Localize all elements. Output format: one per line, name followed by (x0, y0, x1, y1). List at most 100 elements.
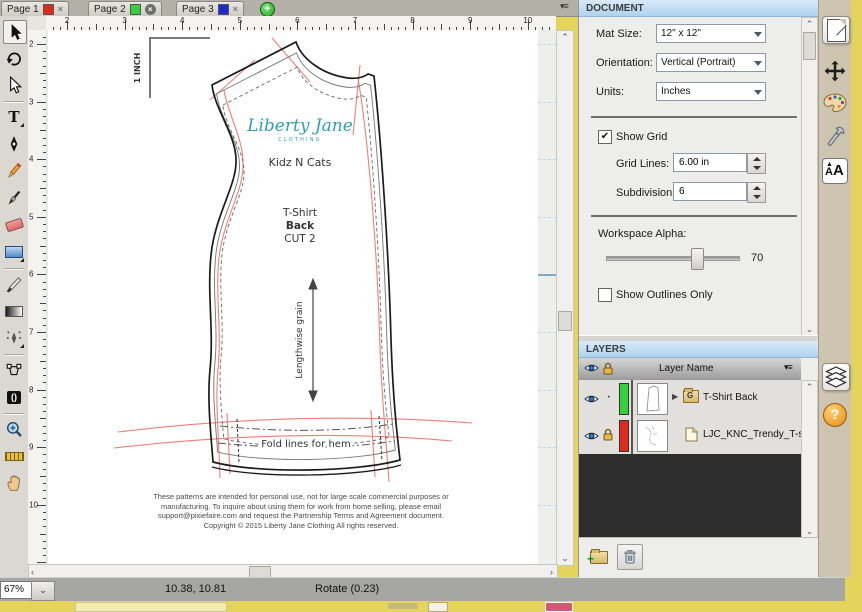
measure-tool[interactable] (3, 445, 25, 467)
grid-line (538, 389, 556, 391)
brand-sub-text: CLOTHING (278, 137, 322, 143)
layer-expand-toggle[interactable]: ▶ (672, 392, 678, 401)
units-select[interactable]: Inches (656, 82, 766, 101)
knife-tool[interactable] (3, 273, 25, 295)
scroll-up-arrow[interactable]: ⌃ (802, 382, 817, 393)
rotate-tool[interactable] (3, 47, 25, 69)
tab-close-icon[interactable]: × (58, 4, 63, 14)
delete-layer-button[interactable] (617, 544, 643, 570)
subdivision-input[interactable]: 6 (673, 182, 747, 201)
tab-page-2[interactable]: Page 2 × (88, 1, 162, 16)
scroll-up-arrow[interactable]: ⌃ (802, 19, 817, 30)
tools-panel-icon[interactable] (822, 124, 848, 150)
scroll-right-arrow[interactable]: › (550, 567, 553, 577)
ruler-tick (37, 447, 46, 449)
scroll-up-arrow[interactable]: ⌃ (557, 32, 573, 43)
visibility-column-icon (584, 362, 599, 377)
palette-panel-icon[interactable] (822, 90, 848, 116)
layer-color-bar[interactable] (619, 420, 629, 452)
lattice-tool[interactable]: () (3, 386, 25, 408)
pencil-tool[interactable] (3, 160, 25, 182)
pen-tool[interactable] (3, 133, 25, 155)
tab-close-icon[interactable]: × (233, 4, 238, 14)
pattern-object[interactable]: Liberty Jane CLOTHING Kidz N Cats T-Shir… (113, 37, 473, 483)
scroll-down-arrow[interactable]: ⌄ (802, 526, 817, 537)
layer-color-bar[interactable] (619, 383, 629, 415)
grid-line-vertical (46, 30, 47, 564)
workspace-alpha-slider[interactable] (606, 256, 740, 261)
document-panel-icon[interactable] (822, 16, 850, 44)
desktop-strip (0, 600, 862, 612)
layers-panel-icon[interactable] (822, 363, 850, 391)
add-layer-button[interactable]: + (587, 545, 611, 569)
tab-list-menu-icon[interactable]: ▾≡ (560, 1, 569, 12)
show-outlines-checkbox[interactable] (598, 288, 612, 302)
layer-name[interactable]: LJC_KNC_Trendy_T-shir (703, 429, 814, 440)
layers-panel-scrollbar[interactable]: ⌃ ⌄ (801, 380, 818, 539)
mat-size-select[interactable]: 12" x 12" (656, 24, 766, 43)
eraser-tool[interactable] (3, 214, 25, 236)
horizontal-ruler: 2 3 4 5 6 7 8 9 10 (46, 16, 556, 31)
ruler-number: 3 (122, 16, 127, 25)
layer-lock-toggle[interactable]: · (606, 388, 611, 406)
subdivision-label: Subdivision: (616, 187, 676, 199)
zoom-level-dropdown[interactable]: ⌄ (31, 581, 55, 601)
layer-row-tshirt-back[interactable]: · ▶ G T-Shirt Back (579, 380, 801, 418)
layer-visibility-toggle[interactable] (584, 429, 599, 447)
vertical-scrollbar[interactable]: ⌃ ⌄ (556, 30, 574, 566)
layer-row-ljc-knc[interactable]: LJC_KNC_Trendy_T-shir (579, 417, 814, 455)
font-panel-icon[interactable]: ▲ A A (822, 158, 848, 184)
properties-panel: DOCUMENT Mat Size: 12" x 12" Orientation… (578, 0, 819, 578)
brush-tool[interactable] (3, 187, 25, 209)
node-select-tool[interactable] (3, 74, 25, 96)
spray-tool[interactable] (3, 327, 25, 349)
subdivision-stepper[interactable] (747, 182, 766, 203)
add-page-button[interactable]: + (260, 2, 275, 17)
layers-menu-icon[interactable]: ▾≡ (784, 362, 793, 373)
grid-lines-input[interactable]: 6.00 in (673, 153, 747, 172)
hand-tool[interactable] (3, 472, 25, 494)
vertical-scroll-thumb[interactable] (558, 311, 572, 331)
document-scroll-thumb[interactable] (803, 32, 816, 60)
layer-lock-toggle[interactable] (601, 427, 615, 447)
layer-visibility-toggle[interactable] (584, 392, 599, 410)
help-icon[interactable]: ? (822, 402, 848, 428)
layer-name[interactable]: T-Shirt Back (703, 392, 757, 403)
scroll-down-arrow[interactable]: ⌄ (802, 324, 817, 335)
document-panel-scrollbar[interactable]: ⌃ ⌄ (801, 17, 818, 337)
zoom-tool[interactable] (3, 418, 25, 440)
ruler-number: 4 (179, 16, 185, 25)
file-icon (685, 427, 698, 447)
ruler-number: 10 (523, 16, 533, 25)
grid-line (538, 101, 556, 103)
layer-thumbnail (637, 383, 668, 415)
gradient-tool[interactable] (3, 300, 25, 322)
zoom-level-value[interactable]: 67% (0, 581, 35, 599)
pattern-drawing: 1 INCH Liberty Jane CLOTHING Kidz N Cats… (113, 37, 473, 483)
tab-label: Page 1 (7, 3, 39, 15)
tab-page-3[interactable]: Page 3 × (176, 1, 244, 16)
grid-line (538, 332, 556, 333)
scroll-left-arrow[interactable]: ‹ (31, 567, 34, 577)
ruler-number: 6 (295, 16, 300, 25)
select-tool[interactable] (3, 20, 27, 44)
tab-close-icon[interactable]: × (144, 3, 156, 15)
orientation-select[interactable]: Vertical (Portrait) (656, 53, 766, 72)
canvas-workspace[interactable]: 1 INCH Liberty Jane CLOTHING Kidz N Cats… (46, 30, 556, 564)
group-folder-icon: G (683, 388, 699, 408)
workspace-alpha-thumb[interactable] (690, 248, 704, 270)
tool-palette: T () (0, 16, 29, 579)
layers-column-header: Layer Name ▾≡ (579, 358, 801, 381)
text-tool[interactable]: T (3, 106, 25, 128)
tab-bar: Page 1 × Page 2 × Page 3 × + ▾≡ (0, 0, 578, 17)
move-panel-icon[interactable] (822, 58, 848, 84)
cut-count: CUT 2 (284, 233, 315, 245)
units-label: Units: (596, 86, 625, 98)
ruler-number: 8 (410, 16, 415, 25)
scroll-down-arrow[interactable]: ⌄ (557, 553, 573, 564)
grid-lines-stepper[interactable] (747, 153, 766, 174)
show-grid-checkbox[interactable]: ✔ (598, 130, 612, 144)
tab-page-1[interactable]: Page 1 × (1, 1, 69, 16)
path-edit-tool[interactable] (3, 359, 25, 381)
shapes-tool[interactable] (3, 241, 25, 263)
